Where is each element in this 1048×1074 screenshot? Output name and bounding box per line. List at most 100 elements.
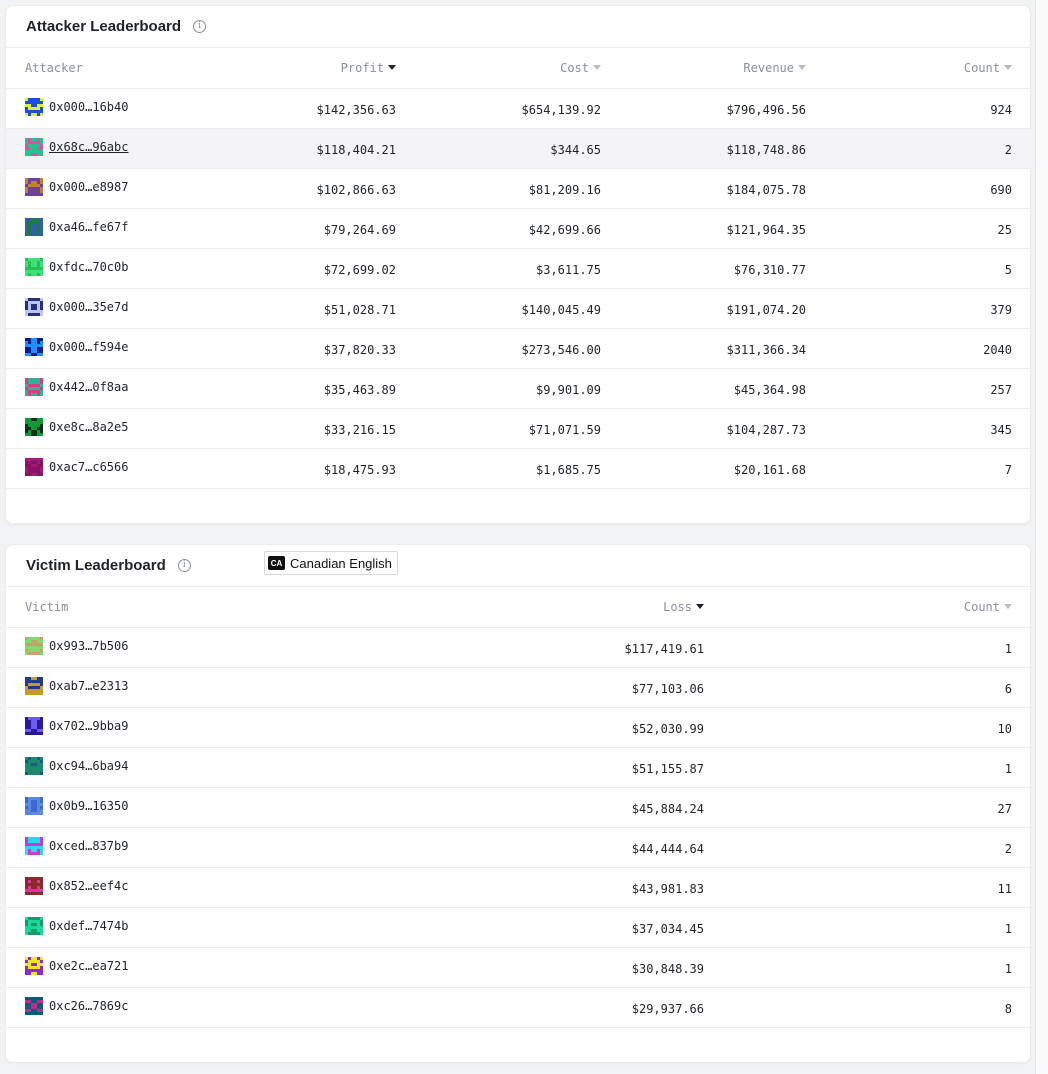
address-link[interactable]: 0xe8c…8a2e5 xyxy=(25,417,128,436)
address-text[interactable]: 0xfdc…70c0b xyxy=(49,260,128,274)
column-header-victim: Victim xyxy=(25,599,69,614)
address-text[interactable]: 0x852…eef4c xyxy=(49,879,128,893)
address-text[interactable]: 0xc26…7869c xyxy=(49,999,128,1013)
column-header-count[interactable]: Count xyxy=(806,48,1032,88)
address-link[interactable]: 0xe2c…ea721 xyxy=(25,956,128,975)
column-header-revenue[interactable]: Revenue xyxy=(601,48,806,88)
count-cell-value: 6 xyxy=(1004,682,1012,696)
address-text[interactable]: 0x68c…96abc xyxy=(49,140,128,154)
address-link[interactable]: 0x000…16b40 xyxy=(25,97,128,116)
address-text[interactable]: 0xab7…e2313 xyxy=(49,679,128,693)
table-row[interactable]: 0xfdc…70c0b $72,699.02 $3,611.75 $76,310.77… xyxy=(6,248,1032,288)
column-header-count[interactable]: Count xyxy=(704,587,1032,627)
address-link[interactable]: 0xc26…7869c xyxy=(25,996,128,1015)
count-cell-value: 924 xyxy=(990,103,1012,117)
address-link[interactable]: 0x993…7b506 xyxy=(25,636,128,655)
column-header-loss[interactable]: Loss xyxy=(206,587,704,627)
table-row[interactable]: 0xe8c…8a2e5 $33,216.15 $71,071.59 $104,287.… xyxy=(6,408,1032,448)
revenue-cell: $104,287.73 xyxy=(601,408,806,448)
address-text[interactable]: 0xe2c…ea721 xyxy=(49,959,128,973)
table-row[interactable]: 0xc94…6ba94 $51,155.87 1 xyxy=(6,747,1032,787)
cost-cell-value: $654,139.92 xyxy=(521,103,601,117)
count-cell: 690 xyxy=(806,168,1032,208)
profit-cell-value: $142,356.63 xyxy=(316,103,396,117)
table-row[interactable]: 0x852…eef4c $43,981.83 11 xyxy=(6,867,1032,907)
address-link[interactable]: 0x0b9…16350 xyxy=(25,796,128,815)
address-link[interactable]: 0x852…eef4c xyxy=(25,876,128,895)
info-icon[interactable]: i xyxy=(177,559,191,572)
address-text[interactable]: 0xe8c…8a2e5 xyxy=(49,420,128,434)
count-cell-value: 8 xyxy=(1004,1002,1012,1016)
address-cell: 0xced…837b9 xyxy=(6,827,206,867)
address-text[interactable]: 0xa46…fe67f xyxy=(49,220,128,234)
cost-cell-value: $140,045.49 xyxy=(521,303,601,317)
address-link[interactable]: 0xced…837b9 xyxy=(25,836,128,855)
count-cell-value: 345 xyxy=(990,423,1012,437)
count-cell-value: 2 xyxy=(1004,842,1012,856)
address-link[interactable]: 0xfdc…70c0b xyxy=(25,257,128,276)
address-link[interactable]: 0xdef…7474b xyxy=(25,916,128,935)
profit-cell: $118,404.21 xyxy=(206,128,396,168)
column-header-profit[interactable]: Profit xyxy=(206,48,396,88)
count-cell-value: 25 xyxy=(997,223,1012,237)
address-text[interactable]: 0x000…16b40 xyxy=(49,100,128,114)
revenue-cell-value: $20,161.68 xyxy=(733,463,806,477)
address-text[interactable]: 0x000…35e7d xyxy=(49,300,128,314)
table-row[interactable]: 0xc26…7869c $29,937.66 8 xyxy=(6,987,1032,1027)
language-badge[interactable]: CA Canadian English xyxy=(264,551,398,575)
table-row[interactable]: 0x442…0f8aa $35,463.89 $9,901.09 $45,364.98… xyxy=(6,368,1032,408)
address-link[interactable]: 0x000…35e7d xyxy=(25,297,128,316)
address-text[interactable]: 0xac7…c6566 xyxy=(49,460,128,474)
address-text[interactable]: 0x702…9bba9 xyxy=(49,719,128,733)
info-icon[interactable]: i xyxy=(193,20,207,33)
language-code: CA xyxy=(268,556,285,570)
column-header-cost[interactable]: Cost xyxy=(396,48,601,88)
address-text[interactable]: 0x0b9…16350 xyxy=(49,799,128,813)
address-text[interactable]: 0xdef…7474b xyxy=(49,919,128,933)
address-text[interactable]: 0x000…f594e xyxy=(49,340,128,354)
table-row[interactable]: 0xac7…c6566 $18,475.93 $1,685.75 $20,161.68… xyxy=(6,448,1032,488)
table-row[interactable]: 0x000…f594e $37,820.33 $273,546.00 $311,366… xyxy=(6,328,1032,368)
address-text[interactable]: 0xc94…6ba94 xyxy=(49,759,128,773)
table-row[interactable]: 0xdef…7474b $37,034.45 1 xyxy=(6,907,1032,947)
identicon-avatar-icon xyxy=(25,796,43,815)
address-link[interactable]: 0x702…9bba9 xyxy=(25,716,128,735)
address-text[interactable]: 0x442…0f8aa xyxy=(49,380,128,394)
loss-cell-value: $29,937.66 xyxy=(631,1002,704,1016)
address-text[interactable]: 0xced…837b9 xyxy=(49,839,128,853)
address-text[interactable]: 0x000…e8987 xyxy=(49,180,128,194)
address-cell: 0xc94…6ba94 xyxy=(6,747,206,787)
identicon-avatar-icon xyxy=(25,177,43,196)
cost-cell-value: $42,699.66 xyxy=(528,223,601,237)
count-cell: 27 xyxy=(704,787,1032,827)
sort-icon xyxy=(798,64,806,70)
table-row[interactable]: 0x702…9bba9 $52,030.99 10 xyxy=(6,707,1032,747)
table-row[interactable]: 0xab7…e2313 $77,103.06 6 xyxy=(6,667,1032,707)
cost-cell: $1,685.75 xyxy=(396,448,601,488)
table-row[interactable]: 0x0b9…16350 $45,884.24 27 xyxy=(6,787,1032,827)
count-cell-value: 11 xyxy=(997,882,1012,896)
address-link[interactable]: 0x000…f594e xyxy=(25,337,128,356)
address-link[interactable]: 0xa46…fe67f xyxy=(25,217,128,236)
table-row[interactable]: 0xa46…fe67f $79,264.69 $42,699.66 $121,964.… xyxy=(6,208,1032,248)
count-cell: 25 xyxy=(806,208,1032,248)
table-row[interactable]: 0xe2c…ea721 $30,848.39 1 xyxy=(6,947,1032,987)
address-link[interactable]: 0x442…0f8aa xyxy=(25,377,128,396)
address-link[interactable]: 0xc94…6ba94 xyxy=(25,756,128,775)
table-row[interactable]: 0x000…16b40 $142,356.63 $654,139.92 $796,49… xyxy=(6,88,1032,128)
revenue-cell-value: $45,364.98 xyxy=(733,383,806,397)
count-cell-value: 1 xyxy=(1004,762,1012,776)
table-row[interactable]: 0x993…7b506 $117,419.61 1 xyxy=(6,627,1032,667)
table-row[interactable]: 0xced…837b9 $44,444.64 2 xyxy=(6,827,1032,867)
address-link[interactable]: 0xab7…e2313 xyxy=(25,676,128,695)
cost-cell: $273,546.00 xyxy=(396,328,601,368)
address-link[interactable]: 0x68c…96abc xyxy=(25,137,128,156)
table-row[interactable]: 0x000…e8987 $102,866.63 $81,209.16 $184,075… xyxy=(6,168,1032,208)
table-row[interactable]: 0x000…35e7d $51,028.71 $140,045.49 $191,074… xyxy=(6,288,1032,328)
address-link[interactable]: 0x000…e8987 xyxy=(25,177,128,196)
address-cell: 0x000…f594e xyxy=(6,328,206,368)
address-link[interactable]: 0xac7…c6566 xyxy=(25,457,128,476)
table-row[interactable]: 0x68c…96abc $118,404.21 $344.65 $118,748.86… xyxy=(6,128,1032,168)
address-text[interactable]: 0x993…7b506 xyxy=(49,639,128,653)
loss-cell-value: $52,030.99 xyxy=(631,722,704,736)
